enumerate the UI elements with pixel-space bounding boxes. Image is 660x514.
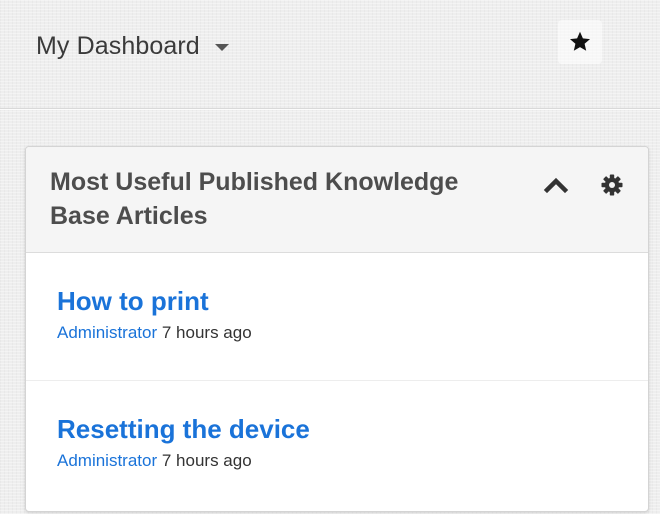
article-timestamp: 7 hours ago (161, 451, 252, 470)
article-author-link[interactable]: Administrator (57, 451, 157, 470)
article-author-link[interactable]: Administrator (57, 323, 157, 342)
article-list-item: Resetting the device Administrator 7 hou… (26, 381, 648, 509)
dashboard-title: My Dashboard (36, 31, 200, 60)
widget-controls (540, 169, 628, 201)
dashboard-switcher[interactable]: My Dashboard (36, 26, 229, 66)
article-list-item: How to print Administrator 7 hours ago (26, 253, 648, 381)
kb-articles-widget: Most Useful Published Knowledge Base Art… (25, 146, 649, 512)
article-title-link[interactable]: How to print (57, 285, 209, 317)
top-header: My Dashboard (0, 0, 660, 109)
article-meta: Administrator 7 hours ago (57, 322, 648, 344)
collapse-widget-button[interactable] (540, 169, 572, 201)
chevron-up-icon (543, 177, 569, 194)
caret-down-icon[interactable] (214, 43, 229, 51)
widget-settings-button[interactable] (596, 169, 628, 201)
star-icon (570, 31, 590, 51)
gear-icon (601, 174, 623, 196)
article-list: How to print Administrator 7 hours ago R… (26, 253, 648, 509)
widget-title: Most Useful Published Knowledge Base Art… (50, 168, 459, 230)
article-title-link[interactable]: Resetting the device (57, 413, 310, 445)
article-timestamp: 7 hours ago (161, 323, 252, 342)
article-meta: Administrator 7 hours ago (57, 450, 648, 472)
widget-header: Most Useful Published Knowledge Base Art… (26, 147, 648, 253)
favorite-button[interactable] (558, 20, 602, 64)
